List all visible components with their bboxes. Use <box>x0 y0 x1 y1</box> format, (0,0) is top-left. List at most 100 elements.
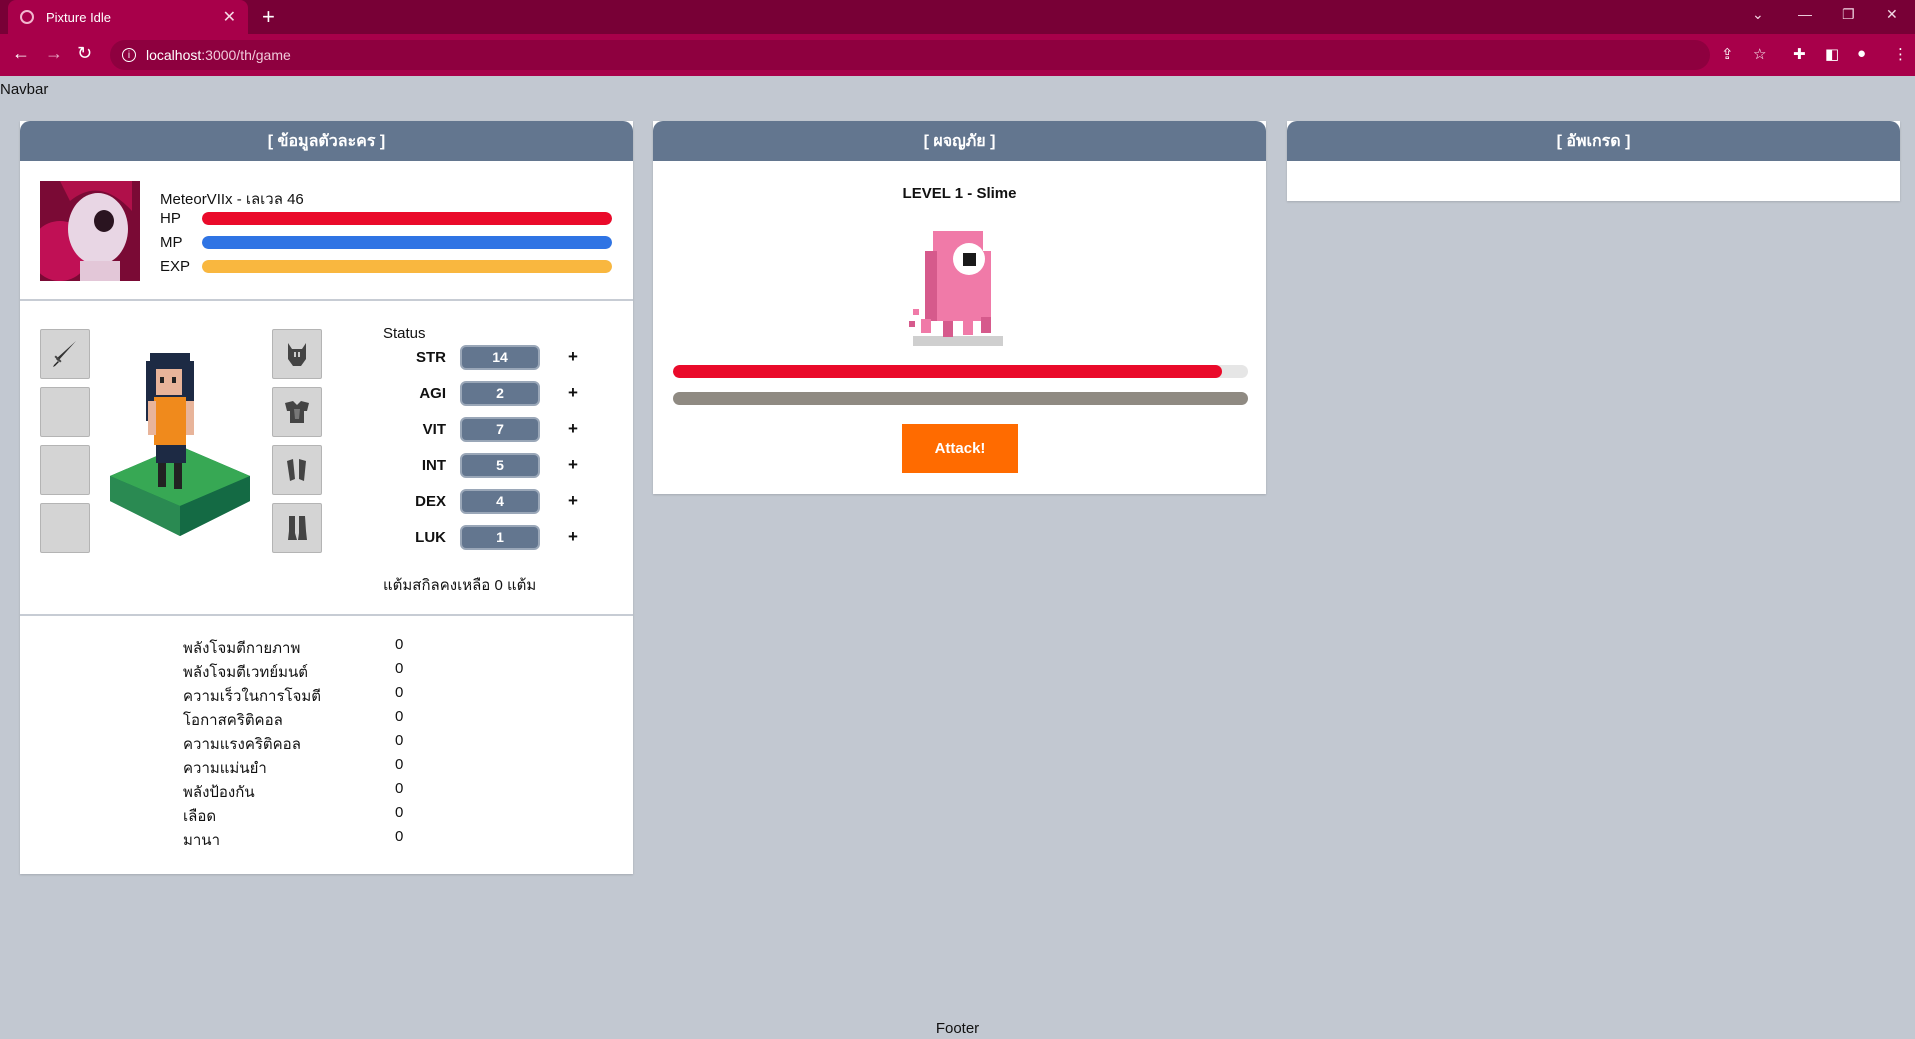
upgrade-panel: [ อัพเกรด ] <box>1287 121 1900 201</box>
character-panel: [ ข้อมูลตัวละคร ] MeteorVIIx - เลเวล 46 … <box>20 121 633 874</box>
attribute-name: โอกาสคริติคอล <box>183 712 283 729</box>
character-sprite <box>110 353 250 536</box>
extensions-icon[interactable]: ✚ <box>1793 45 1806 63</box>
weapon-slot[interactable] <box>40 329 90 379</box>
attribute-value: 0 <box>395 660 404 677</box>
attribute-value: 0 <box>395 828 404 845</box>
increase-str-button[interactable]: + <box>568 347 578 367</box>
attribute-name: ความแรงคริติคอล <box>183 736 301 753</box>
profile-icon[interactable]: ● <box>1857 45 1866 62</box>
slime-sprite[interactable] <box>903 221 1013 351</box>
stat-row-int: INT 5 + <box>400 451 600 479</box>
menu-icon[interactable]: ⋮ <box>1893 45 1908 63</box>
stat-value: 4 <box>460 488 540 514</box>
share-icon[interactable]: ⇪ <box>1721 45 1734 63</box>
helmet-icon <box>288 343 306 366</box>
url-field[interactable]: i localhost :3000/th/game <box>110 40 1710 70</box>
stat-name: DEX <box>415 492 446 510</box>
close-window-icon[interactable]: ✕ <box>1886 6 1898 23</box>
attribute-value: 0 <box>395 756 404 773</box>
avatar <box>40 181 140 281</box>
mp-label: MP <box>160 234 183 251</box>
gloves-slot[interactable] <box>272 445 322 495</box>
bookmark-star-icon[interactable]: ☆ <box>1753 45 1766 63</box>
increase-dex-button[interactable]: + <box>568 491 578 511</box>
stat-name: INT <box>421 456 446 474</box>
attribute-value: 0 <box>395 732 404 749</box>
attribute-name: มานา <box>183 832 220 849</box>
attribute-row: โอกาสคริติคอล 0 <box>183 708 443 732</box>
character-name-level: MeteorVIIx - เลเวล 46 <box>160 191 304 208</box>
empty-slot-3[interactable] <box>40 445 90 495</box>
armor-slot[interactable] <box>272 387 322 437</box>
hp-bar-row: HP <box>160 210 612 227</box>
adventure-panel-header: [ ผจญภัย ] <box>653 121 1266 161</box>
attribute-name: พลังโจมตีกายภาพ <box>183 640 301 657</box>
stat-value: 14 <box>460 344 540 370</box>
hp-bar-fill <box>202 212 612 225</box>
mp-bar-row: MP <box>160 234 612 251</box>
favicon-icon <box>20 10 34 24</box>
restore-icon[interactable]: ❐ <box>1842 6 1855 23</box>
stat-value: 5 <box>460 452 540 478</box>
attribute-name: เลือด <box>183 808 217 825</box>
enemy-secondary-bar <box>673 392 1248 405</box>
attribute-row: ความแม่นยำ 0 <box>183 756 443 780</box>
stat-value: 7 <box>460 416 540 442</box>
side-panel-icon[interactable]: ◧ <box>1825 45 1839 63</box>
reload-icon[interactable]: ↻ <box>77 43 92 64</box>
armor-icon <box>285 401 309 423</box>
exp-bar-fill <box>202 260 612 273</box>
attribute-row: พลังป้องกัน 0 <box>183 780 443 804</box>
gloves-icon <box>287 459 306 481</box>
attribute-value: 0 <box>395 636 404 653</box>
character-panel-header: [ ข้อมูลตัวละคร ] <box>20 121 633 161</box>
increase-agi-button[interactable]: + <box>568 383 578 403</box>
exp-bar <box>202 260 612 273</box>
address-bar-row: ← → ↻ i localhost :3000/th/game ⇪ ☆ ✚ ◧ … <box>0 34 1915 76</box>
sword-icon <box>53 341 76 367</box>
helmet-slot[interactable] <box>272 329 322 379</box>
stat-name: AGI <box>419 384 446 402</box>
increase-vit-button[interactable]: + <box>568 419 578 439</box>
attribute-row: พลังโจมตีกายภาพ 0 <box>183 636 443 660</box>
increase-luk-button[interactable]: + <box>568 527 578 547</box>
browser-tab-bar: Pixture Idle ✕ + ⌄ — ❐ ✕ <box>0 0 1915 34</box>
attack-button[interactable]: Attack! <box>902 424 1018 473</box>
minimize-icon[interactable]: — <box>1798 6 1812 22</box>
navbar: Navbar <box>0 81 49 98</box>
enemy-hp-bar-fill <box>673 365 1223 378</box>
attribute-row: เลือด 0 <box>183 804 443 828</box>
enemy-title: LEVEL 1 - Slime <box>902 185 1017 202</box>
increase-int-button[interactable]: + <box>568 455 578 475</box>
tab-search-icon[interactable]: ⌄ <box>1752 6 1764 23</box>
stat-row-dex: DEX 4 + <box>400 487 600 515</box>
forward-icon[interactable]: → <box>45 43 63 64</box>
attributes-section: พลังโจมตีกายภาพ 0 พลังโจมตีเวทย์มนต์ 0 ควา… <box>20 616 633 874</box>
attribute-value: 0 <box>395 708 404 725</box>
url-path: :3000/th/game <box>201 47 291 63</box>
boots-slot[interactable] <box>272 503 322 553</box>
attribute-name: พลังโจมตีเวทย์มนต์ <box>183 664 308 681</box>
stat-row-vit: VIT 7 + <box>400 415 600 443</box>
empty-slot-4[interactable] <box>40 503 90 553</box>
site-info-icon[interactable]: i <box>122 48 136 62</box>
stat-name: LUK <box>415 528 446 546</box>
back-icon[interactable]: ← <box>12 43 30 64</box>
stat-value: 2 <box>460 380 540 406</box>
stat-name: STR <box>416 348 446 366</box>
mp-bar-fill <box>202 236 612 249</box>
hp-bar <box>202 212 612 225</box>
enemy-hp-bar <box>673 365 1248 378</box>
stat-row-agi: AGI 2 + <box>400 379 600 407</box>
boots-icon <box>288 516 307 540</box>
stat-name: VIT <box>422 420 446 438</box>
empty-slot-2[interactable] <box>40 387 90 437</box>
exp-bar-row: EXP <box>160 258 612 275</box>
browser-tab[interactable]: Pixture Idle ✕ <box>8 0 248 34</box>
attribute-value: 0 <box>395 684 404 701</box>
close-tab-icon[interactable]: ✕ <box>223 7 236 27</box>
new-tab-icon[interactable]: + <box>262 4 275 30</box>
attribute-name: พลังป้องกัน <box>183 784 255 801</box>
attribute-value: 0 <box>395 804 404 821</box>
